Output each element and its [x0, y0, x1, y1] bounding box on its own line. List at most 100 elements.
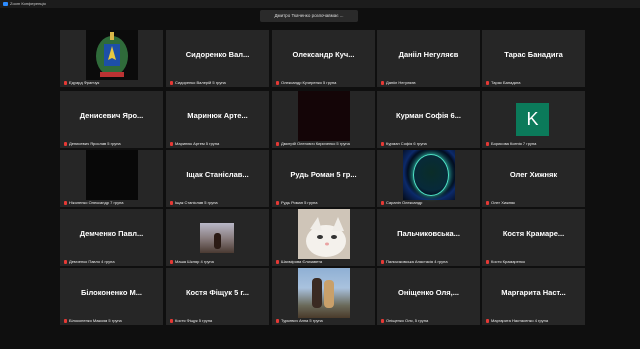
participant-tile[interactable]: Білоконенко М... Білоконенко Максим 5 гру…	[60, 268, 163, 325]
participant-name: Олександр Кучеренко 5 група	[281, 80, 337, 85]
group-photo	[298, 268, 350, 318]
profile-photo	[200, 223, 234, 253]
mic-muted-icon	[64, 318, 67, 323]
mic-muted-icon	[486, 259, 489, 264]
participant-name: Костя Фіщук 5 група	[175, 318, 213, 323]
participant-display-name: Олександр Куч...	[292, 50, 355, 59]
mic-muted-icon	[276, 80, 279, 85]
mic-muted-icon	[381, 200, 384, 205]
participant-name-label: Дмитрій Олегович Кириченко 5 група	[276, 141, 350, 146]
mic-muted-icon	[381, 259, 384, 264]
participant-name: Курман Софія 6 група	[386, 141, 427, 146]
participant-name-label: Сидоренко Валерій 5 група	[170, 80, 226, 85]
participant-tile[interactable]: Ніколенко Олександр 7 група	[60, 150, 163, 207]
recording-banner[interactable]: Дмитро Ткаченко розпочавмає ...	[260, 10, 358, 22]
participant-name-label: Олександр Кучеренко 5 група	[276, 80, 336, 85]
participant-tile[interactable]: Шахмірова Єлизавета	[272, 209, 375, 266]
mic-muted-icon	[381, 80, 384, 85]
coat-of-arms-image	[86, 30, 138, 80]
participant-tile[interactable]: Олександр Куч... Олександр Кучеренко 5 гр…	[272, 30, 375, 87]
participant-name: Денисевич Ярослав 5 група	[69, 141, 121, 146]
participant-name-label: Данііл Негуляєв	[381, 80, 416, 85]
participant-name: Ніколенко Олександр 7 група	[69, 200, 124, 205]
participant-tile[interactable]: Тарас Банадига Тарас Банадига	[482, 30, 585, 87]
mic-muted-icon	[170, 200, 173, 205]
mic-muted-icon	[64, 200, 67, 205]
mic-muted-icon	[486, 141, 489, 146]
participant-name: Оніщенко Оля, 5 група	[386, 318, 429, 323]
participant-name: Білоконенко Максим 5 група	[69, 318, 122, 323]
participant-tile[interactable]: Денисевич Яро... Денисевич Ярослав 5 груп…	[60, 91, 163, 148]
participant-display-name: Пальчиковська...	[397, 229, 460, 238]
participant-name: Маша Шкляр 4 група	[175, 259, 214, 264]
participant-name: Тарас Банадига	[491, 80, 521, 85]
participant-display-name: Іщак Станіслав...	[186, 170, 249, 179]
participant-name-label: Ніколенко Олександр 7 група	[64, 200, 124, 205]
mic-muted-icon	[486, 200, 489, 205]
participant-tile[interactable]: Сарапін Олександр	[377, 150, 480, 207]
participant-name: Іщак Станіслав 5 група	[175, 200, 218, 205]
participant-tile[interactable]: Костя Крамаре... Костя Крамаренко	[482, 209, 585, 266]
participant-name-label: Тарас Банадига	[486, 80, 521, 85]
participant-name-label: Курман Софія 6 група	[381, 141, 427, 146]
participant-name-label: Маша Шкляр 4 група	[170, 259, 214, 264]
participant-name: Данііл Негуляєв	[386, 80, 416, 85]
video-feed	[86, 150, 138, 200]
participant-tile[interactable]: Курман Софія 6... Курман Софія 6 група	[377, 91, 480, 148]
participant-tile[interactable]: Данііл Негуляєв Данііл Негуляєв	[377, 30, 480, 87]
participant-name-label: Шахмірова Єлизавета	[276, 259, 322, 264]
participant-tile[interactable]: Дмитрій Олегович Кириченко 5 група	[272, 91, 375, 148]
participant-name: Маргарита Настасенко 4 група	[491, 318, 549, 323]
avatar: K	[516, 103, 549, 136]
participant-display-name: Курман Софія 6...	[396, 111, 461, 120]
participant-display-name: Маринюк Арте...	[187, 111, 248, 120]
participant-name-label: Білоконенко Максим 5 група	[64, 318, 122, 323]
participant-name: Маринюк Артем 5 група	[175, 141, 220, 146]
participant-tile[interactable]: Костя Фіщук 5 г... Костя Фіщук 5 група	[166, 268, 269, 325]
mic-muted-icon	[64, 80, 67, 85]
zoom-app-icon	[3, 2, 8, 6]
participant-name: Туркевич Анна 5 група	[281, 318, 323, 323]
participant-name-label: Олег Хижняк	[486, 200, 515, 205]
mic-muted-icon	[170, 141, 173, 146]
participant-name-label: Рудь Роман 5 група	[276, 200, 317, 205]
participant-name: Демченко Павло 4 група	[69, 259, 115, 264]
participant-tile[interactable]: Маргарита Наст... Маргарита Настасенко 4 …	[482, 268, 585, 325]
participant-name: Дмитрій Олегович Кириченко 5 група	[281, 141, 350, 146]
participant-name: Едуард Франчук	[69, 80, 100, 85]
participant-display-name: Костя Крамаре...	[502, 229, 565, 238]
participant-tile[interactable]: Іщак Станіслав... Іщак Станіслав 5 група	[166, 150, 269, 207]
participant-tile[interactable]: Сидоренко Вал... Сидоренко Валерій 5 груп…	[166, 30, 269, 87]
participant-display-name: Рудь Роман 5 гр...	[290, 170, 357, 179]
mic-muted-icon	[276, 318, 279, 323]
participant-tile[interactable]: Едуард Франчук	[60, 30, 163, 87]
mic-muted-icon	[381, 318, 384, 323]
participant-tile[interactable]: Маша Шкляр 4 група	[166, 209, 269, 266]
participant-display-name: Маргарита Наст...	[501, 288, 566, 297]
participant-tile[interactable]: Пальчиковська... Пальчиковська Анастасія …	[377, 209, 480, 266]
participant-display-name: Олег Хижняк	[509, 170, 558, 179]
participant-name-label: Сарапін Олександр	[381, 200, 422, 205]
participant-tile[interactable]: Туркевич Анна 5 група	[272, 268, 375, 325]
participant-tile[interactable]: K Борисова Ксенія 7 група	[482, 91, 585, 148]
mic-muted-icon	[276, 259, 279, 264]
participant-name-label: Маргарита Настасенко 4 група	[486, 318, 548, 323]
participant-name-label: Костя Фіщук 5 група	[170, 318, 212, 323]
participant-name-label: Едуард Франчук	[64, 80, 99, 85]
participant-name-label: Денисевич Ярослав 5 група	[64, 141, 121, 146]
participant-tile[interactable]: Рудь Роман 5 гр... Рудь Роман 5 група	[272, 150, 375, 207]
participant-tile[interactable]: Олег Хижняк Олег Хижняк	[482, 150, 585, 207]
participant-name-label: Борисова Ксенія 7 група	[486, 141, 536, 146]
participant-tile[interactable]: Маринюк Арте... Маринюк Артем 5 група	[166, 91, 269, 148]
mic-muted-icon	[64, 141, 67, 146]
participant-name: Рудь Роман 5 група	[281, 200, 318, 205]
participant-display-name: Тарас Банадига	[504, 50, 563, 59]
window-title: Zoom Конференція	[10, 1, 46, 6]
mic-muted-icon	[276, 200, 279, 205]
participant-name-label: Маринюк Артем 5 група	[170, 141, 219, 146]
participant-name-label: Костя Крамаренко	[486, 259, 525, 264]
mic-muted-icon	[170, 259, 173, 264]
participant-tile[interactable]: Оніщенко Оля,... Оніщенко Оля, 5 група	[377, 268, 480, 325]
participant-tile[interactable]: Демченко Павл... Демченко Павло 4 група	[60, 209, 163, 266]
participant-name: Борисова Ксенія 7 група	[491, 141, 537, 146]
